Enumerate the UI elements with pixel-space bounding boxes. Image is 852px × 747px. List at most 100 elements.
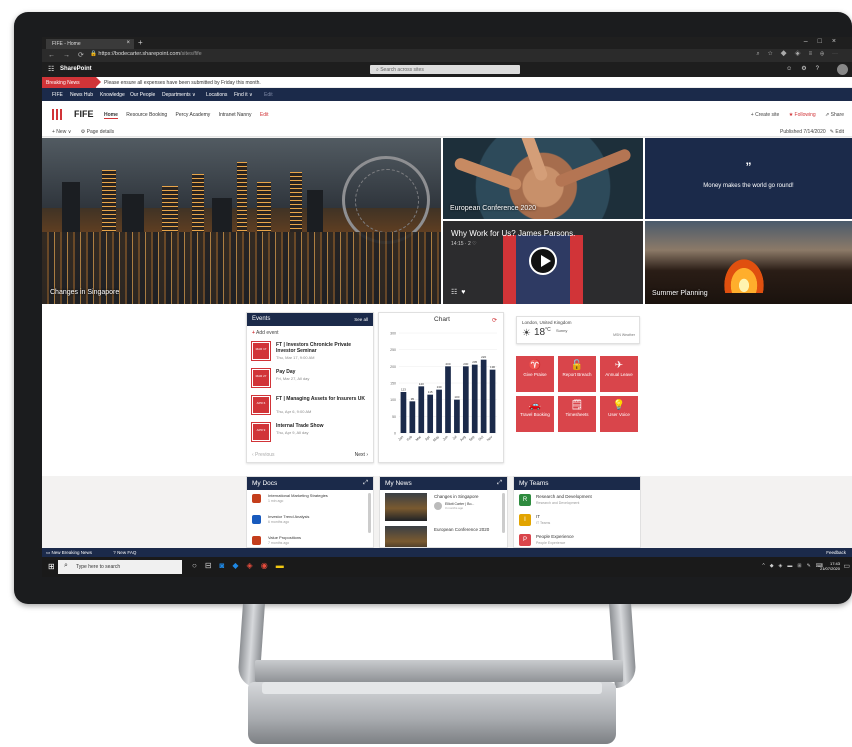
add-event-button[interactable]: + Add event xyxy=(247,326,373,340)
new-faq-button[interactable]: ? New FAQ xyxy=(113,550,146,555)
event-item[interactable]: APR 6 FT | Managing Assets for Insurers U… xyxy=(252,394,368,421)
site-nav-percy-academy[interactable]: Percy Academy xyxy=(176,112,211,118)
play-icon[interactable] xyxy=(529,247,557,275)
create-site-button[interactable]: + Create site xyxy=(751,112,780,118)
events-web-part: Events See all + Add event MAR 17 FT | In… xyxy=(246,312,374,463)
data-label: 140 xyxy=(419,382,424,386)
news-item[interactable]: European Conference 2020 xyxy=(385,526,502,547)
back-forward-refresh-icons[interactable]: ←→⟳ xyxy=(48,51,92,59)
refresh-icon[interactable]: ⟳ xyxy=(492,317,497,324)
edit-page-button[interactable]: ✎ Edit xyxy=(830,129,844,135)
quick-link-tile[interactable]: 🔓 Report Breach xyxy=(558,356,596,392)
quick-link-tile[interactable]: 💡 User Voice xyxy=(600,396,638,432)
site-navigation: Home Resource Booking Percy Academy Intr… xyxy=(104,112,276,119)
breaking-news-banner: Breaking News Please ensure all expenses… xyxy=(42,77,852,88)
chart-bar xyxy=(436,389,442,433)
site-logo[interactable] xyxy=(52,109,62,120)
document-time: 6 months ago xyxy=(268,520,290,524)
hub-nav-item[interactable]: FIFE xyxy=(52,92,63,98)
chart-bar xyxy=(480,359,487,433)
hero-tile-conference[interactable]: European Conference 2020 xyxy=(443,138,643,219)
x-tick-label: Aug xyxy=(459,435,466,442)
site-nav-resource-booking[interactable]: Resource Booking xyxy=(126,112,167,118)
site-title[interactable]: FIFE xyxy=(74,109,94,119)
event-item[interactable]: APR 9 Internal Trade Show Thu, Apr 9, All … xyxy=(252,421,368,448)
news-item[interactable]: Changes in Singapore Elliott Carter | Bo.… xyxy=(385,493,502,523)
event-subtitle: Thu, Mar 17, 9:00 AM xyxy=(276,355,315,360)
windows-start-icon[interactable]: ⊞ xyxy=(48,562,55,571)
hub-nav-item[interactable]: Knowledge xyxy=(100,92,125,98)
share-button[interactable]: ⇗ Share xyxy=(825,112,844,118)
video-action-icons[interactable]: ☷♥ xyxy=(451,288,469,296)
taskbar-clock[interactable]: 17:43 21/07/2020 xyxy=(820,561,840,571)
hero-tile-quote[interactable]: ” Money makes the world go round! xyxy=(645,138,852,219)
previous-button[interactable]: ‹ Previous xyxy=(252,452,275,458)
team-icon: P xyxy=(519,534,531,546)
taskbar-app-icons[interactable]: ○⊟◙◆◈◉▬ xyxy=(192,561,292,570)
quick-link-tile[interactable]: ✈ Annual Leave xyxy=(600,356,638,392)
new-breaking-news-button[interactable]: ▭ New Breaking News xyxy=(46,550,102,555)
news-thumbnail xyxy=(385,526,427,547)
team-item[interactable]: P People Experience People Experience xyxy=(519,533,635,547)
suite-brand[interactable]: SharePoint xyxy=(60,66,92,72)
next-button[interactable]: Next › xyxy=(355,452,368,458)
window-controls[interactable]: –□× xyxy=(804,38,846,45)
quick-link-icon: ✈ xyxy=(614,360,624,371)
x-tick-label: Nov xyxy=(486,435,493,442)
hub-nav-item[interactable]: Our People xyxy=(130,92,155,98)
event-item[interactable]: MAR 17 FT | Investors Chronicle Private I… xyxy=(252,340,368,367)
event-date: MAR 27 xyxy=(252,369,270,387)
site-nav-intranet-nanny[interactable]: Intranet Nanny xyxy=(219,112,252,118)
hub-nav-edit[interactable]: Edit xyxy=(264,92,273,98)
new-tab-icon[interactable]: + xyxy=(138,38,143,47)
expand-icon[interactable]: ⤢ xyxy=(363,480,368,487)
hero-tile-main[interactable]: Changes in Singapore xyxy=(42,138,441,304)
scrollbar[interactable] xyxy=(502,493,505,533)
hub-nav-item[interactable]: News Hub xyxy=(70,92,93,98)
breaking-news-message[interactable]: Please ensure all expenses have been sub… xyxy=(104,80,261,86)
document-item[interactable]: Investor Trend Analysis 6 months ago xyxy=(252,513,368,532)
hero-tile-summer[interactable]: Summer Planning xyxy=(645,221,852,304)
quick-link-tile[interactable]: 🗒 Timesheets xyxy=(558,396,596,432)
suite-action-icons[interactable]: ☺⚙? xyxy=(786,65,828,72)
new-button[interactable]: + New ∨ xyxy=(52,129,71,135)
suite-search-placeholder: Search across sites xyxy=(380,67,424,73)
close-tab-icon[interactable]: × xyxy=(126,40,130,46)
quick-link-tile[interactable]: ♈ Give Praise xyxy=(516,356,554,392)
url-field[interactable]: 🔒 https://bodecarter.sharepoint.com/site… xyxy=(90,51,202,57)
my-teams-header: My Teams xyxy=(514,477,640,490)
feedback-button[interactable]: Feedback xyxy=(826,550,846,555)
hub-nav-item[interactable]: Find it ∨ xyxy=(234,92,253,98)
expand-icon[interactable]: ⤢ xyxy=(497,480,502,487)
team-item[interactable]: I IT IT Teams xyxy=(519,513,635,530)
document-item[interactable]: International Marketing Strategies 1 min … xyxy=(252,492,368,511)
document-item[interactable]: Value Propositions 7 months ago xyxy=(252,534,368,547)
scrollbar[interactable] xyxy=(368,493,371,533)
following-button[interactable]: ★ Following xyxy=(789,112,816,118)
hub-nav-item[interactable]: Locations xyxy=(206,92,227,98)
weather-location: London, United Kingdom xyxy=(522,320,572,325)
quick-link-tile[interactable]: 🚗 Travel Booking xyxy=(516,396,554,432)
taskbar-search-input[interactable]: Type here to search xyxy=(58,560,182,574)
weather-source[interactable]: MSN Weather xyxy=(613,333,635,337)
suite-search-input[interactable]: ⌕ Search across sites xyxy=(370,65,520,74)
team-item[interactable]: R Research and Development Research and De… xyxy=(519,493,635,510)
notification-icon[interactable]: ▭ xyxy=(843,562,850,570)
avatar[interactable] xyxy=(837,64,848,75)
site-nav-edit[interactable]: Edit xyxy=(260,112,269,118)
site-nav-home[interactable]: Home xyxy=(104,112,118,119)
chart-web-part: Chart ⟳ 0 50 100 150 200 250 300 123 Jan 95 Feb 140… xyxy=(378,312,504,463)
app-launcher-icon[interactable]: ☷ xyxy=(48,65,54,73)
bar-chart: 0 50 100 150 200 250 300 123 Jan 95 Feb 140 Mar 115 Ap… xyxy=(390,332,497,442)
browser-tab[interactable]: FIFE - Home × xyxy=(46,39,134,49)
system-tray-icons[interactable]: ^◆◈▬⊞✎⌨ xyxy=(762,563,828,569)
event-item[interactable]: MAR 27 Pay Day Fri, Mar 27, All day xyxy=(252,367,368,394)
hub-nav-item[interactable]: Departments ∨ xyxy=(162,92,196,98)
browser-extension-icons[interactable]: ⌕☆◆◈≡⊕⋯ xyxy=(756,51,846,58)
main-content: Events See all + Add event MAR 17 FT | In… xyxy=(42,304,852,476)
page-details-button[interactable]: ⚙ Page details xyxy=(81,129,114,135)
hero-tile-video[interactable]: Why Work for Us? James Parsons. 14:15 · … xyxy=(443,221,643,304)
y-tick-label: 300 xyxy=(390,332,396,336)
temp-unit[interactable]: °C xyxy=(545,327,551,333)
see-all-link[interactable]: See all xyxy=(354,317,368,322)
